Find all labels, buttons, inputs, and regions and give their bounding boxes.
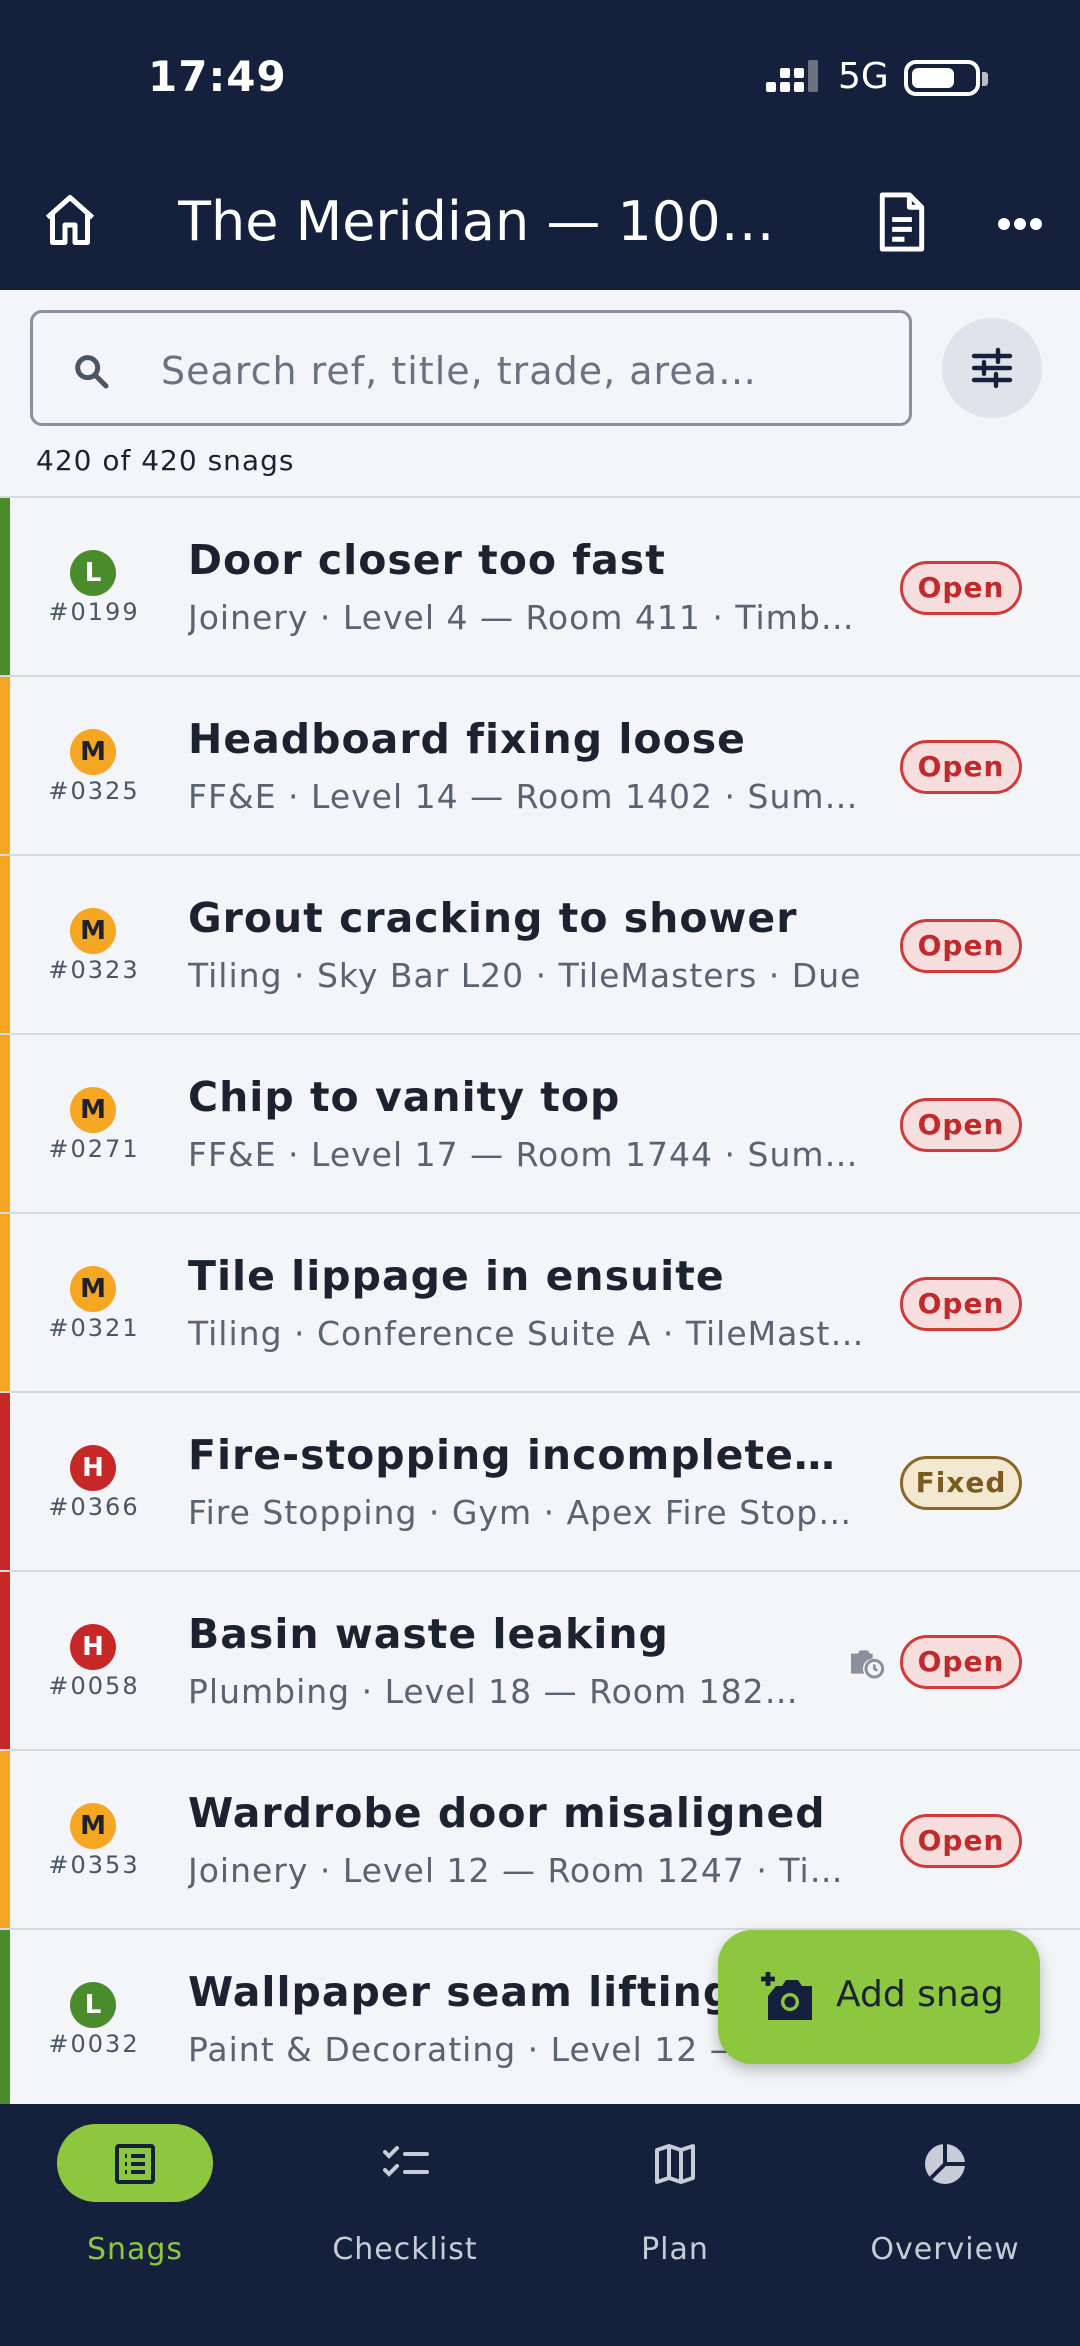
signal-icon bbox=[766, 60, 818, 92]
status-badge: Open bbox=[900, 919, 1022, 973]
bottom-navigation: Snags Checklist Plan Overview bbox=[0, 2104, 1080, 2346]
snag-row[interactable]: L #0199 Door closer too fast Joinery · Leve… bbox=[0, 498, 1080, 677]
snag-ref: #0058 bbox=[48, 1672, 140, 1700]
page-title: The Meridian — 1000-Room Hotel Fit-Out bbox=[178, 190, 798, 253]
snag-title: Tile lippage in ensuite bbox=[188, 1252, 725, 1300]
snag-row[interactable]: H #0058 Basin waste leaking Plumbing · Leve… bbox=[0, 1572, 1080, 1751]
snag-row[interactable]: H#0366 Fire-stopping incomplete above cei… bbox=[0, 1393, 1080, 1572]
snag-title: Grout cracking to shower bbox=[188, 894, 798, 942]
search-icon bbox=[75, 355, 109, 389]
snag-title: Wardrobe door misaligned bbox=[188, 1789, 826, 1837]
snag-ref: #0271 bbox=[48, 1135, 140, 1163]
pie-chart-icon bbox=[925, 2144, 965, 2184]
priority-badge: H bbox=[70, 1445, 116, 1491]
priority-stripe bbox=[0, 677, 10, 854]
app-bar: The Meridian — 1000-Room Hotel Fit-Out bbox=[0, 160, 1080, 290]
add-snag-button[interactable]: Add snag bbox=[718, 1930, 1040, 2064]
snag-title: Chip to vanity top bbox=[188, 1073, 621, 1121]
snag-title: Fire-stopping incomplete above ceiling bbox=[188, 1431, 848, 1479]
snag-subtitle: Tiling · Sky Bar L20 · TileMasters · Due bbox=[188, 956, 862, 995]
priority-stripe bbox=[0, 856, 10, 1033]
search-input[interactable]: Search ref, title, trade, area… bbox=[30, 310, 912, 426]
priority-badge: M bbox=[70, 1087, 116, 1133]
nav-label-plan: Plan bbox=[641, 2232, 709, 2267]
status-badge: Open bbox=[900, 1635, 1022, 1689]
snag-row[interactable]: M #0321 Tile lippage in ensuite Tiling · Co… bbox=[0, 1214, 1080, 1393]
status-badge: Open bbox=[900, 1814, 1022, 1868]
snag-list: L #0199 Door closer too fast Joinery · Leve… bbox=[0, 496, 1080, 2104]
snag-ref: #0325 bbox=[48, 777, 140, 805]
snag-ref: #0321 bbox=[48, 1314, 140, 1342]
filter-button[interactable] bbox=[942, 318, 1042, 418]
status-badge: Open bbox=[900, 561, 1022, 615]
nav-item-snags[interactable]: Snags bbox=[0, 2124, 270, 2294]
list-icon bbox=[115, 2144, 155, 2184]
priority-badge: M bbox=[70, 908, 116, 954]
priority-stripe bbox=[0, 1035, 10, 1212]
pending-photo-sync-icon bbox=[851, 1650, 885, 1679]
priority-stripe bbox=[0, 1393, 10, 1570]
priority-stripe bbox=[0, 1572, 10, 1749]
status-badge: Fixed bbox=[900, 1456, 1022, 1510]
map-icon bbox=[655, 2144, 695, 2184]
status-bar: 17:49 5G bbox=[0, 0, 1080, 160]
priority-badge: M bbox=[70, 1803, 116, 1849]
status-badge: Open bbox=[900, 1098, 1022, 1152]
network-label: 5G bbox=[838, 56, 889, 97]
report-document-icon[interactable] bbox=[872, 190, 932, 254]
battery-icon bbox=[904, 60, 988, 96]
snag-subtitle: Tiling · Conference Suite A · TileMaster… bbox=[188, 1314, 864, 1353]
checklist-icon bbox=[383, 2146, 429, 2177]
snag-ref: #0366 bbox=[48, 1493, 140, 1521]
snag-ref: #0323 bbox=[48, 956, 140, 984]
snag-title: Basin waste leaking bbox=[188, 1610, 669, 1658]
snag-subtitle: FF&E · Level 17 — Room 1744 · Summit Int… bbox=[188, 1135, 864, 1174]
priority-stripe bbox=[0, 1214, 10, 1391]
nav-label-checklist: Checklist bbox=[332, 2232, 478, 2267]
status-badge: Open bbox=[900, 1277, 1022, 1331]
snag-row[interactable]: M #0323 Grout cracking to shower Tiling · S… bbox=[0, 856, 1080, 1035]
snag-ref: #0032 bbox=[48, 2030, 140, 2058]
search-placeholder: Search ref, title, trade, area… bbox=[161, 349, 757, 393]
snag-subtitle: Joinery · Level 4 — Room 411 · Timbercra… bbox=[188, 598, 864, 637]
nav-label-overview: Overview bbox=[870, 2232, 1020, 2267]
priority-badge: M bbox=[70, 729, 116, 775]
snag-title: Headboard fixing loose bbox=[188, 715, 746, 763]
snag-subtitle: FF&E · Level 14 — Room 1402 · Summit Int… bbox=[188, 777, 864, 816]
filter-sliders-icon bbox=[971, 347, 1013, 389]
snag-subtitle: Fire Stopping · Gym · Apex Fire Stopping bbox=[188, 1493, 864, 1532]
snag-row[interactable]: M #0353 Wardrobe door misaligned Joinery · … bbox=[0, 1751, 1080, 1930]
snag-ref: #0353 bbox=[48, 1851, 140, 1879]
more-options-icon[interactable] bbox=[990, 194, 1050, 254]
snag-row[interactable]: M #0325 Headboard fixing loose FF&E · Level… bbox=[0, 677, 1080, 856]
add-snag-label: Add snag bbox=[836, 1974, 1004, 2015]
priority-badge: L bbox=[70, 1982, 116, 2028]
snag-ref: #0199 bbox=[48, 598, 140, 626]
priority-stripe bbox=[0, 1751, 10, 1928]
priority-badge: H bbox=[70, 1624, 116, 1670]
add-photo-icon bbox=[761, 1972, 812, 2020]
nav-item-checklist[interactable]: Checklist bbox=[270, 2124, 540, 2294]
priority-badge: L bbox=[70, 550, 116, 596]
results-count: 420 of 420 snags bbox=[36, 444, 295, 477]
priority-stripe bbox=[0, 498, 10, 675]
nav-item-overview[interactable]: Overview bbox=[810, 2124, 1080, 2294]
nav-item-plan[interactable]: Plan bbox=[540, 2124, 810, 2294]
status-badge: Open bbox=[900, 740, 1022, 794]
status-time: 17:49 bbox=[148, 52, 287, 101]
nav-label-snags: Snags bbox=[86, 2232, 184, 2267]
snag-title: Door closer too fast bbox=[188, 536, 666, 584]
home-icon[interactable] bbox=[40, 190, 100, 250]
snag-subtitle: Joinery · Level 12 — Room 1247 · Timberc… bbox=[188, 1851, 864, 1890]
snag-subtitle: Plumbing · Level 18 — Room 1827 · Flowli… bbox=[188, 1672, 804, 1711]
snag-row[interactable]: M #0271 Chip to vanity top FF&E · Level 17 … bbox=[0, 1035, 1080, 1214]
priority-stripe bbox=[0, 1930, 10, 2104]
priority-badge: M bbox=[70, 1266, 116, 1312]
